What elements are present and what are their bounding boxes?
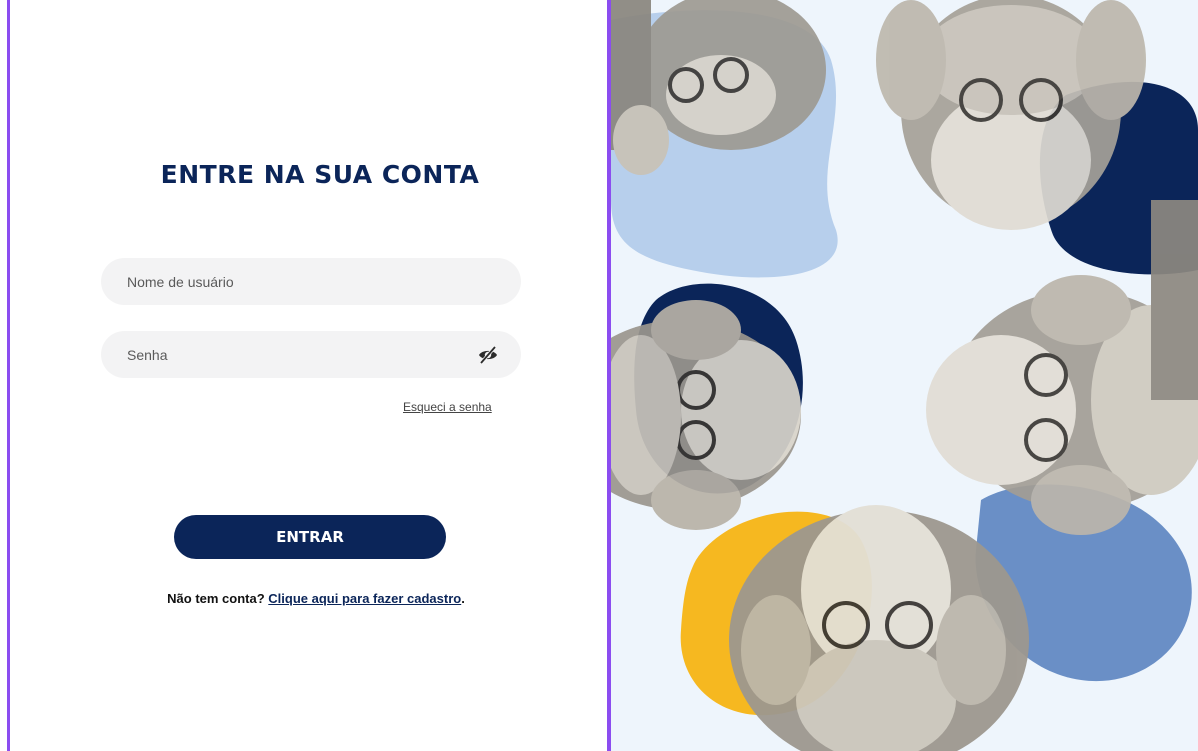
forgot-password-link[interactable]: Esqueci a senha [403, 400, 492, 414]
eye-slash-icon[interactable] [477, 344, 499, 366]
signup-link[interactable]: Clique aqui para fazer cadastro [268, 591, 461, 606]
username-field [101, 258, 521, 305]
signup-prompt: Não tem conta? Clique aqui para fazer ca… [10, 591, 622, 606]
portrait-right [926, 200, 1198, 535]
page-title: ENTRE NA SUA CONTA [160, 160, 480, 189]
signup-suffix: . [461, 591, 465, 606]
login-panel: ENTRE NA SUA CONTA Esqueci a senha ENTRA… [10, 0, 607, 751]
login-page: ENTRE NA SUA CONTA Esqueci a senha ENTRA… [0, 0, 1198, 751]
submit-button[interactable]: ENTRAR [174, 515, 446, 559]
collage-illustration [611, 0, 1198, 751]
decorative-artwork [611, 0, 1198, 751]
signup-prompt-text: Não tem conta? [167, 591, 265, 606]
password-field [101, 331, 521, 378]
username-input[interactable] [101, 258, 521, 305]
password-input[interactable] [101, 331, 521, 378]
